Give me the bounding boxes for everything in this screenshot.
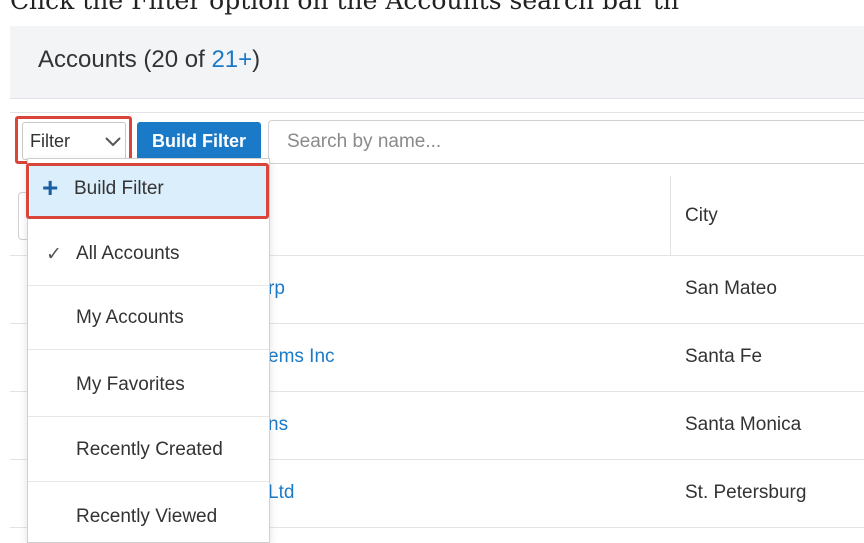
column-divider [670,176,671,256]
list-header: Accounts (20 of 21+) [10,26,864,99]
filter-option-label: Recently Viewed [76,506,218,527]
account-city: Santa Monica [685,414,802,435]
account-city: San Mateo [685,278,777,299]
page-title: Accounts (20 of 21+) [38,46,260,74]
filter-option-my-favorites[interactable]: My Favorites [28,353,269,417]
filter-option-label: Recently Created [76,439,223,460]
filter-dropdown-button[interactable]: Filter [22,122,126,160]
filter-option-recently-viewed[interactable]: Recently Viewed [28,485,269,543]
record-count[interactable]: 21+ [211,46,252,73]
instruction-caption: Click the Filter option on the Accounts … [10,0,679,15]
account-city: Santa Fe [685,346,763,367]
checkmark-icon: ✓ [46,244,62,265]
filter-option-label: My Favorites [76,374,185,395]
column-header-city[interactable]: City [685,205,718,227]
plus-icon: + [42,172,59,203]
filter-label: Filter [30,131,70,151]
search-input[interactable] [268,120,864,164]
dropdown-build-filter-item[interactable]: + Build Filter [30,165,266,219]
filter-option-recently-created[interactable]: Recently Created [28,418,269,482]
build-filter-button[interactable]: Build Filter [137,122,261,160]
dropdown-build-filter-label: Build Filter [74,178,164,199]
filter-option-all-accounts[interactable]: ✓ All Accounts [28,222,269,286]
filter-option-label: All Accounts [76,243,180,264]
filter-option-label: My Accounts [76,307,184,328]
chevron-down-icon [105,137,121,147]
account-city: St. Petersburg [685,482,807,503]
filter-option-my-accounts[interactable]: My Accounts [28,286,269,350]
account-name-link[interactable]: ems Inc [268,346,335,368]
page-title-text: Accounts (20 of [38,46,212,73]
page-title-close: ) [252,46,261,73]
account-name-link[interactable]: rp [268,278,285,300]
account-name-link[interactable]: Ltd [268,482,294,504]
account-name-link[interactable]: ns [268,414,288,436]
